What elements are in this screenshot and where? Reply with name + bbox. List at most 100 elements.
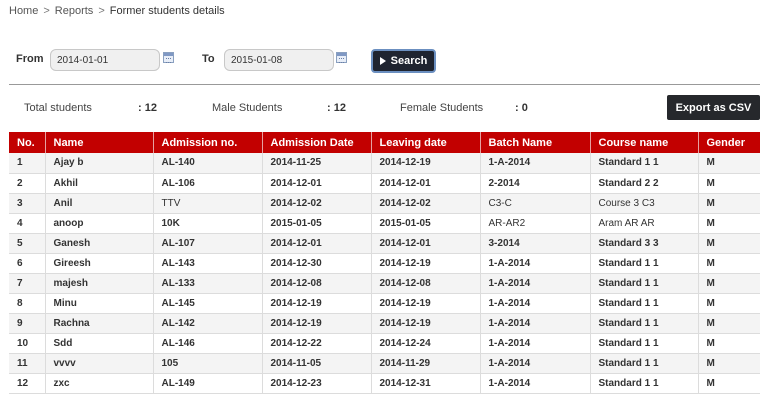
cell-no: 9: [9, 313, 46, 334]
cell-course-name: Standard 1 1: [590, 273, 699, 294]
cell-batch-name: C3-C: [480, 193, 591, 214]
cell-batch-name: 1-A-2014: [480, 153, 591, 174]
cell-admission-date: 2014-12-23: [262, 373, 372, 394]
male-students-label: Male Students: [212, 102, 283, 114]
cell-batch-name: 1-A-2014: [480, 293, 591, 314]
cell-gender: M: [698, 153, 760, 174]
column-header-leaving-date[interactable]: Leaving date: [371, 132, 481, 153]
table-row: 3 Anil TTV 2014-12-02 2014-12-02 C3-C Course 3…: [9, 193, 760, 214]
column-header-batch-name[interactable]: Batch Name: [480, 132, 591, 153]
cell-batch-name: 1-A-2014: [480, 313, 591, 334]
cell-no: 6: [9, 253, 46, 274]
play-icon: [379, 57, 386, 65]
female-students-value: : 0: [515, 102, 528, 114]
cell-gender: M: [698, 233, 760, 254]
column-header-admission-no[interactable]: Admission no.: [153, 132, 263, 153]
cell-admission-no: AL-133: [153, 273, 263, 294]
cell-course-name: Standard 1 1: [590, 333, 699, 354]
cell-admission-no: AL-146: [153, 333, 263, 354]
column-header-course-name[interactable]: Course name: [590, 132, 699, 153]
calendar-icon[interactable]: [163, 52, 174, 63]
cell-admission-date: 2014-11-05: [262, 353, 372, 374]
cell-leaving-date: 2014-12-19: [371, 153, 481, 174]
cell-admission-no: AL-143: [153, 253, 263, 274]
column-header-gender[interactable]: Gender: [698, 132, 760, 153]
cell-no: 10: [9, 333, 46, 354]
cell-gender: M: [698, 173, 760, 194]
cell-no: 8: [9, 293, 46, 314]
cell-gender: M: [698, 193, 760, 214]
column-header-no[interactable]: No.: [9, 132, 46, 153]
from-date-input[interactable]: [50, 49, 160, 71]
cell-gender: M: [698, 273, 760, 294]
cell-no: 1: [9, 153, 46, 174]
cell-course-name: Standard 1 1: [590, 373, 699, 394]
cell-leaving-date: 2014-12-19: [371, 253, 481, 274]
from-label: From: [16, 53, 44, 65]
table-body: 1 Ajay b AL-140 2014-11-25 2014-12-19 1-A-201…: [9, 153, 760, 394]
cell-batch-name: 1-A-2014: [480, 253, 591, 274]
table-row: 1 Ajay b AL-140 2014-11-25 2014-12-19 1-A-201…: [9, 153, 760, 174]
table-row: 5 Ganesh AL-107 2014-12-01 2014-12-01 3-2014 S…: [9, 233, 760, 254]
cell-admission-no: AL-149: [153, 373, 263, 394]
cell-admission-date: 2014-11-25: [262, 153, 372, 174]
export-csv-button[interactable]: Export as CSV: [667, 95, 760, 120]
table-row: 12 zxc AL-149 2014-12-23 2014-12-31 1-A-2014 S…: [9, 373, 760, 394]
table-row: 9 Rachna AL-142 2014-12-19 2014-12-19 1-A-201…: [9, 313, 760, 334]
cell-batch-name: 1-A-2014: [480, 273, 591, 294]
cell-gender: M: [698, 373, 760, 394]
cell-name: Ajay b: [45, 153, 154, 174]
column-header-admission-date[interactable]: Admission Date: [262, 132, 372, 153]
cell-admission-date: 2014-12-01: [262, 233, 372, 254]
cell-course-name: Standard 3 3: [590, 233, 699, 254]
table-row: 11 vvvv 105 2014-11-05 2014-11-29 1-A-2014 Sta…: [9, 353, 760, 374]
cell-admission-date: 2014-12-30: [262, 253, 372, 274]
breadcrumb-reports-link[interactable]: Reports: [55, 5, 94, 17]
cell-gender: M: [698, 253, 760, 274]
cell-batch-name: 1-A-2014: [480, 373, 591, 394]
former-students-table: No. Name Admission no. Admission Date Le…: [9, 132, 760, 394]
to-date-input[interactable]: [224, 49, 334, 71]
female-students-label: Female Students: [400, 102, 484, 114]
cell-name: Ganesh: [45, 233, 154, 254]
cell-course-name: Standard 1 1: [590, 253, 699, 274]
calendar-icon[interactable]: [336, 52, 347, 63]
cell-leaving-date: 2014-12-24: [371, 333, 481, 354]
search-button-label: Search: [390, 55, 428, 67]
total-students-value: : 12: [138, 102, 157, 114]
cell-batch-name: 1-A-2014: [480, 353, 591, 374]
cell-name: Minu: [45, 293, 154, 314]
table-row: 4 anoop 10K 2015-01-05 2015-01-05 AR-AR2 Aram …: [9, 213, 760, 234]
cell-leaving-date: 2014-12-19: [371, 293, 481, 314]
cell-course-name: Standard 2 2: [590, 173, 699, 194]
table-row: 10 Sdd AL-146 2014-12-22 2014-12-24 1-A-2014 S…: [9, 333, 760, 354]
cell-admission-no: 105: [153, 353, 263, 374]
cell-no: 11: [9, 353, 46, 374]
cell-no: 4: [9, 213, 46, 234]
breadcrumb-home-link[interactable]: Home: [9, 5, 38, 17]
cell-name: anoop: [45, 213, 154, 234]
cell-admission-no: AL-140: [153, 153, 263, 174]
table-row: 7 majesh AL-133 2014-12-08 2014-12-08 1-A-201…: [9, 273, 760, 294]
date-filter-bar: From To Search: [16, 47, 446, 73]
cell-name: Anil: [45, 193, 154, 214]
cell-name: Akhil: [45, 173, 154, 194]
cell-admission-date: 2015-01-05: [262, 213, 372, 234]
divider: [9, 84, 760, 85]
cell-admission-date: 2014-12-08: [262, 273, 372, 294]
cell-batch-name: 3-2014: [480, 233, 591, 254]
cell-gender: M: [698, 213, 760, 234]
search-button[interactable]: Search: [371, 49, 436, 73]
cell-no: 7: [9, 273, 46, 294]
cell-leaving-date: 2014-12-01: [371, 173, 481, 194]
breadcrumb-current: Former students details: [109, 5, 225, 17]
cell-gender: M: [698, 353, 760, 374]
cell-leaving-date: 2014-12-02: [371, 193, 481, 214]
column-header-name[interactable]: Name: [45, 132, 154, 153]
cell-batch-name: AR-AR2: [480, 213, 591, 234]
cell-batch-name: 1-A-2014: [480, 333, 591, 354]
cell-admission-no: AL-106: [153, 173, 263, 194]
cell-no: 12: [9, 373, 46, 394]
cell-no: 3: [9, 193, 46, 214]
cell-admission-no: AL-107: [153, 233, 263, 254]
